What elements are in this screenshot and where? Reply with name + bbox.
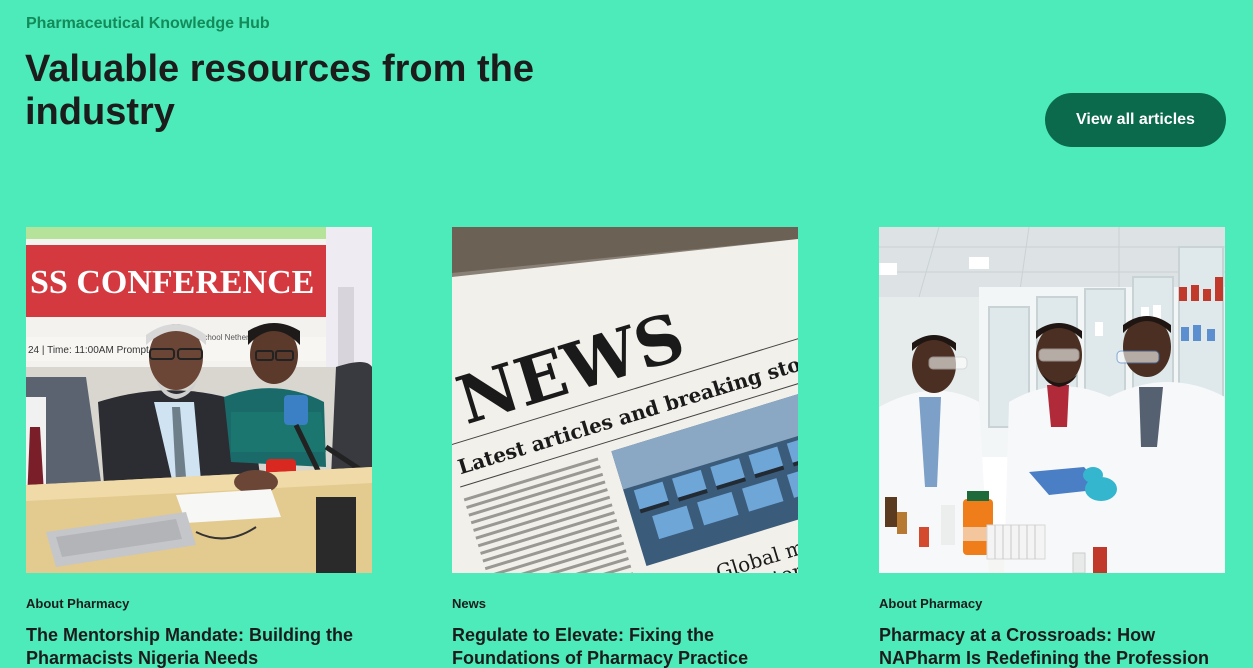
article-card-2[interactable]: NEWS Latest articles and breaking storie… (452, 227, 798, 668)
article-title[interactable]: The Mentorship Mandate: Building the Pha… (26, 624, 372, 668)
article-title[interactable]: Pharmacy at a Crossroads: How NAPharm Is… (879, 624, 1225, 668)
article-image-newspaper[interactable]: NEWS Latest articles and breaking storie… (452, 227, 798, 573)
section-title: Valuable resources from the industry (25, 48, 534, 133)
section-eyebrow: Pharmaceutical Knowledge Hub (26, 15, 270, 32)
page: Pharmaceutical Knowledge Hub Valuable re… (0, 0, 1253, 668)
article-image-pharmacists-lab[interactable] (879, 227, 1225, 573)
article-category[interactable]: About Pharmacy (26, 596, 372, 611)
view-all-articles-button[interactable]: View all articles (1045, 93, 1226, 147)
article-category[interactable]: News (452, 596, 798, 611)
article-category[interactable]: About Pharmacy (879, 596, 1225, 611)
article-card-1[interactable]: SS CONFERENCE 24 | Time: 11:00AM Prompt … (26, 227, 372, 668)
article-title[interactable]: Regulate to Elevate: Fixing the Foundati… (452, 624, 798, 668)
banner-text: SS CONFERENCE (30, 264, 314, 301)
banner-strip-text: 24 | Time: 11:00AM Prompt | (28, 345, 154, 356)
article-image-press-conference[interactable]: SS CONFERENCE 24 | Time: 11:00AM Prompt … (26, 227, 372, 573)
article-card-3[interactable]: About Pharmacy Pharmacy at a Crossroads:… (879, 227, 1225, 668)
